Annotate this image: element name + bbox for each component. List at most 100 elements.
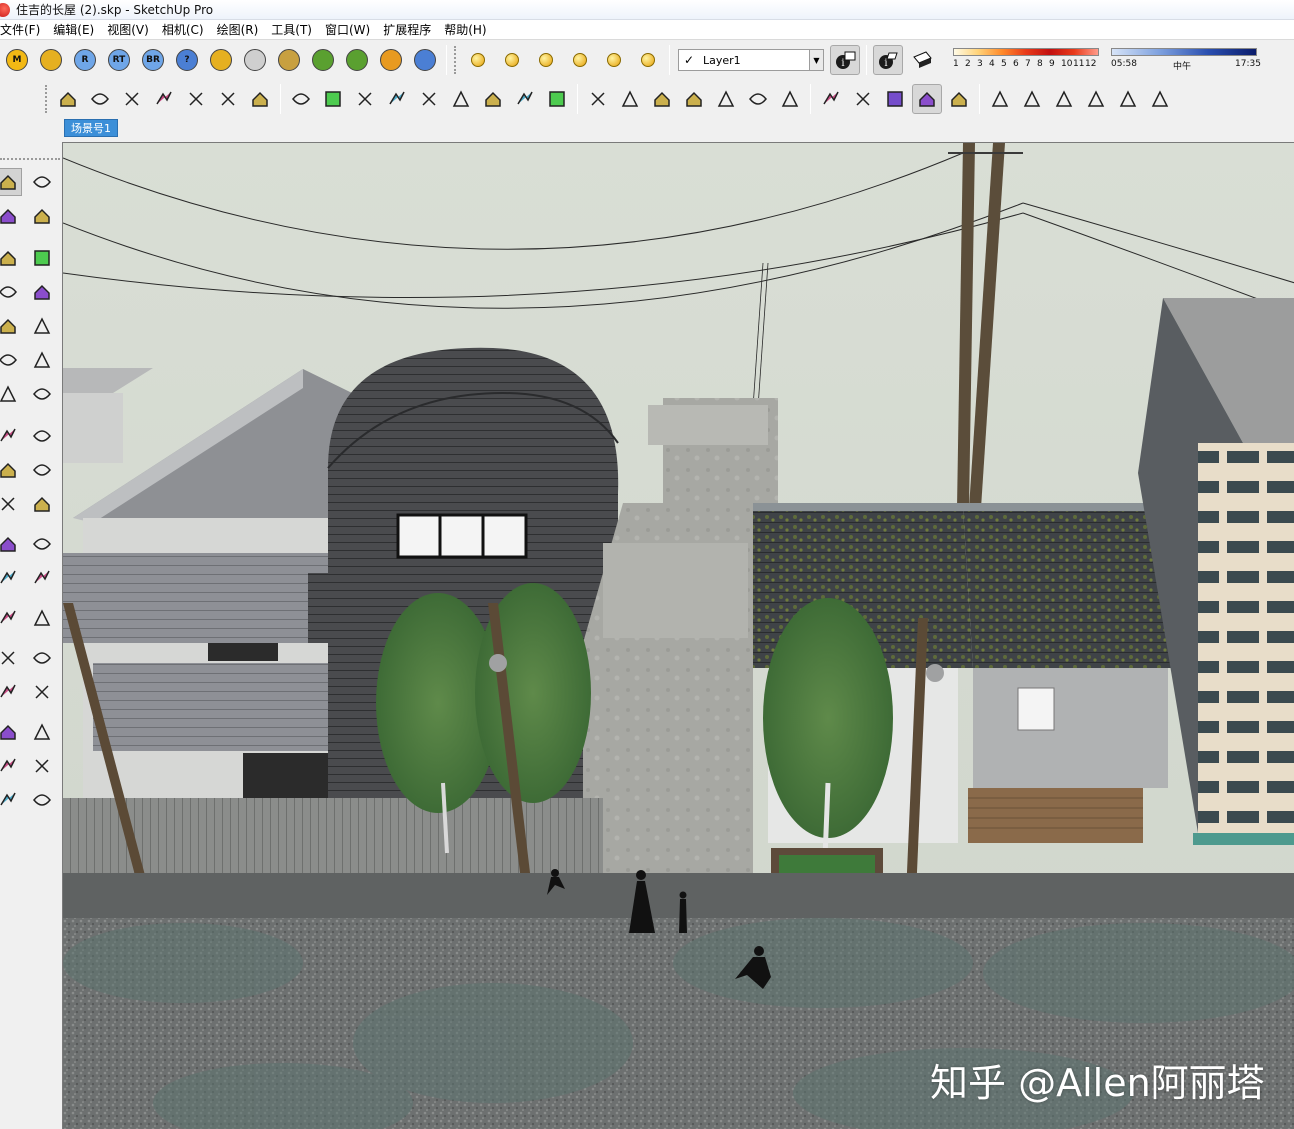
scale-tool-button[interactable] <box>0 490 22 518</box>
look-around-tool-button[interactable] <box>28 752 56 780</box>
check-curve-button[interactable] <box>350 84 380 114</box>
sandbox-button[interactable] <box>615 84 645 114</box>
toolbar-grip[interactable] <box>45 85 49 113</box>
grass-button[interactable] <box>273 45 305 75</box>
spline-button[interactable] <box>478 84 508 114</box>
sphere-light-button[interactable] <box>599 45 629 75</box>
grid-button[interactable] <box>149 84 179 114</box>
roof-curve-button[interactable] <box>382 84 412 114</box>
shadow-info-button[interactable]: i <box>873 45 903 75</box>
position-camera-tool-button[interactable] <box>28 786 56 814</box>
house-cut-button[interactable] <box>85 84 115 114</box>
house-5-button[interactable] <box>1113 84 1143 114</box>
edit-face-button[interactable] <box>743 84 773 114</box>
eraser-tool-button[interactable] <box>28 202 56 230</box>
follow-me-tool-button[interactable] <box>28 456 56 484</box>
red-box-button[interactable] <box>446 84 476 114</box>
axes-tool-button[interactable] <box>0 604 22 632</box>
arc-tool-button[interactable] <box>318 84 348 114</box>
wand-button[interactable] <box>816 84 846 114</box>
stairs-button[interactable] <box>245 84 275 114</box>
house-3-button[interactable] <box>1049 84 1079 114</box>
pan-tool-button[interactable] <box>28 644 56 672</box>
arc-2pt-tool-button[interactable] <box>28 346 56 374</box>
pie-tool-button[interactable] <box>28 380 56 408</box>
house-4-button[interactable] <box>1081 84 1111 114</box>
dimension-tool-button[interactable] <box>28 530 56 558</box>
rotate-tool-button[interactable] <box>0 456 22 484</box>
m-plugin-button[interactable]: M <box>1 45 33 75</box>
plant-alt-button[interactable] <box>341 45 373 75</box>
flag-light-button[interactable] <box>531 45 561 75</box>
fence-button[interactable] <box>181 84 211 114</box>
zoom-window-tool-button[interactable] <box>28 678 56 706</box>
walk-tool-button[interactable] <box>0 752 22 780</box>
menu-view[interactable]: 视图(V) <box>101 21 156 38</box>
stamp-button[interactable] <box>583 84 613 114</box>
point-light-button[interactable] <box>463 45 493 75</box>
house-1-button[interactable] <box>985 84 1015 114</box>
shadow-toggle-button[interactable] <box>907 45 937 75</box>
model-viewport[interactable] <box>62 142 1294 1129</box>
zoom-extents-tool-button[interactable] <box>0 718 22 746</box>
3d-text-tool-button[interactable] <box>28 604 56 632</box>
offset-tool-button[interactable] <box>28 490 56 518</box>
time-slider[interactable] <box>1111 48 1257 56</box>
su-app-button[interactable] <box>944 84 974 114</box>
zoom-tool-button[interactable] <box>0 678 22 706</box>
select-tool-button[interactable] <box>0 168 22 196</box>
bridge-button[interactable] <box>647 84 677 114</box>
date-slider[interactable] <box>953 48 1099 56</box>
spot-light-button[interactable] <box>497 45 527 75</box>
pause-button[interactable] <box>409 45 441 75</box>
menu-edit[interactable]: 编辑(E) <box>47 21 101 38</box>
protractor-tool-button[interactable] <box>0 564 22 592</box>
circle-tool-button[interactable] <box>0 312 22 340</box>
arc-3pt-tool-button[interactable] <box>0 380 22 408</box>
br-plugin-button[interactable]: BR <box>137 45 169 75</box>
layer-dropdown[interactable]: ✓ Layer1 ▼ <box>678 49 824 71</box>
rectangle-tool-button[interactable] <box>0 278 22 306</box>
rb-button[interactable] <box>880 84 910 114</box>
sphere-button[interactable] <box>239 45 271 75</box>
r-plugin-button[interactable]: R <box>69 45 101 75</box>
plant-button[interactable] <box>307 45 339 75</box>
menu-file[interactable]: 文件(F) <box>0 21 47 38</box>
footprints-tool-button[interactable] <box>0 786 22 814</box>
tag-light-button[interactable] <box>205 45 237 75</box>
tape-measure-tool-button[interactable] <box>0 530 22 558</box>
dome-light-button[interactable] <box>565 45 595 75</box>
toolbar-grip[interactable] <box>454 46 458 74</box>
previous-view-tool-button[interactable] <box>28 718 56 746</box>
scene-tab-1[interactable]: 场景号1 <box>64 119 118 137</box>
paint-bucket-tool-button[interactable] <box>0 202 22 230</box>
hook-curve-button[interactable] <box>510 84 540 114</box>
menu-help[interactable]: 帮助(H) <box>438 21 493 38</box>
panel-button[interactable] <box>213 84 243 114</box>
toolbar-grip[interactable] <box>0 158 60 162</box>
layer-manager-button[interactable]: i <box>830 45 860 75</box>
menu-extensions[interactable]: 扩展程序 <box>377 21 438 38</box>
building-bars-button[interactable] <box>775 84 805 114</box>
plank-button[interactable] <box>414 84 444 114</box>
text-tool-button[interactable] <box>28 564 56 592</box>
component-tool-button[interactable] <box>28 168 56 196</box>
menu-window[interactable]: 窗口(W) <box>319 21 377 38</box>
red-cube-button[interactable] <box>542 84 572 114</box>
house-6-button[interactable] <box>1145 84 1175 114</box>
scene-render[interactable] <box>63 143 1294 1129</box>
target-button[interactable] <box>375 45 407 75</box>
line-tool-button[interactable] <box>286 84 316 114</box>
polygon-tool-button[interactable] <box>28 312 56 340</box>
push-pull-tool-button[interactable] <box>28 422 56 450</box>
move-tool-button[interactable] <box>0 422 22 450</box>
orbit-tool-button[interactable] <box>0 644 22 672</box>
arc-tool-button[interactable] <box>0 346 22 374</box>
render-swirl-button[interactable] <box>912 84 942 114</box>
menu-tools[interactable]: 工具(T) <box>265 21 319 38</box>
help-button[interactable]: ? <box>171 45 203 75</box>
house-2-button[interactable] <box>1017 84 1047 114</box>
menu-draw[interactable]: 绘图(R) <box>211 21 266 38</box>
tag-gem-button[interactable] <box>35 45 67 75</box>
modify-button[interactable] <box>53 84 83 114</box>
